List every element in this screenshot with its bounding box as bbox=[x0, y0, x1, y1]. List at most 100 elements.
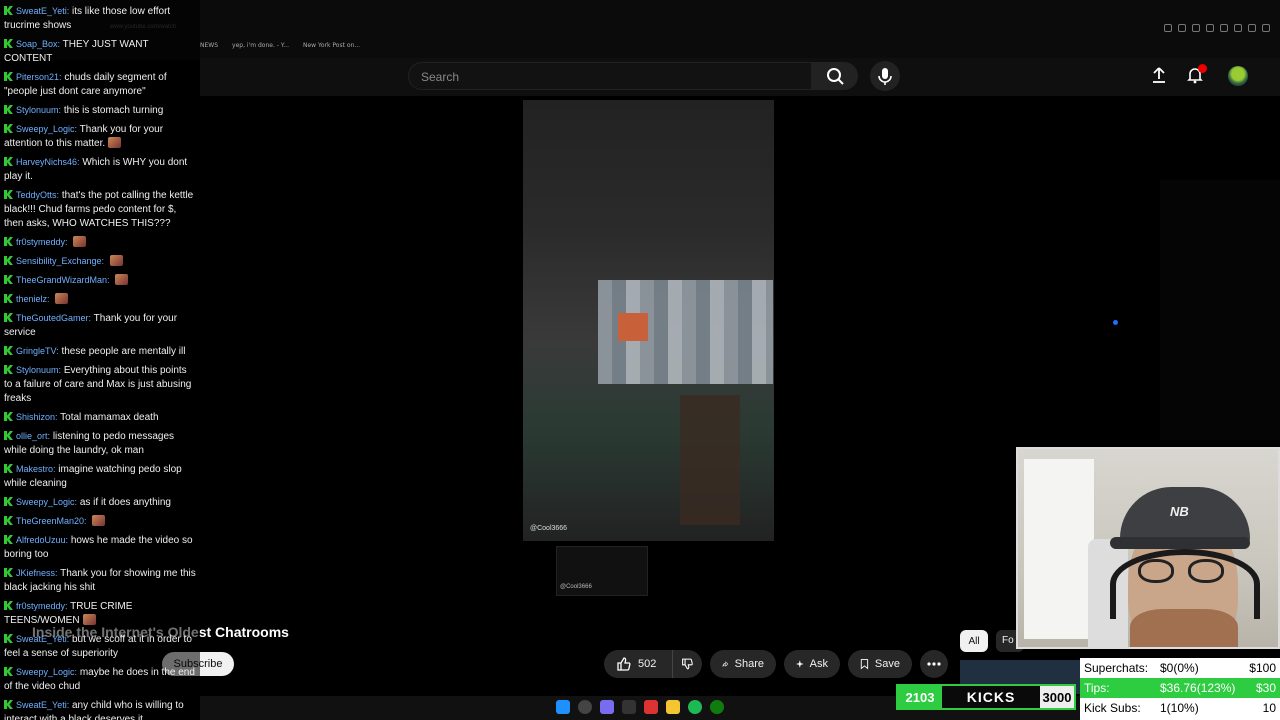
webcam-overlay: NB bbox=[1016, 447, 1280, 649]
save-label: Save bbox=[874, 658, 900, 670]
chat-username[interactable]: SweatE_Yeti: bbox=[16, 6, 69, 16]
chat-message: Sensibility_Exchange: bbox=[4, 254, 196, 269]
chat-username[interactable]: Sweepy_Logic: bbox=[16, 667, 77, 677]
chat-message: ollie_ort: listening to pedo messages wh… bbox=[4, 429, 196, 458]
chrome-icon[interactable] bbox=[644, 700, 658, 714]
cap-logo: NB bbox=[1170, 504, 1189, 519]
kick-badge-icon bbox=[4, 346, 13, 355]
search-icon bbox=[827, 68, 844, 85]
dislike-button[interactable] bbox=[672, 650, 702, 678]
chat-username[interactable]: GringleTV: bbox=[16, 346, 59, 356]
thumbnail-label: @Cool3666 bbox=[560, 584, 592, 590]
chat-username[interactable]: TeddyOtts: bbox=[16, 190, 59, 200]
chat-username[interactable]: Soap_Box: bbox=[16, 39, 60, 49]
chat-username[interactable]: SweatE_Yeti: bbox=[16, 700, 69, 710]
upload-icon[interactable] bbox=[1150, 66, 1168, 84]
pixelated-content bbox=[680, 395, 740, 525]
tips-label: Tips: bbox=[1084, 681, 1110, 695]
ask-button[interactable]: Ask bbox=[784, 650, 840, 678]
xbox-icon[interactable] bbox=[710, 700, 724, 714]
superchats-label: Superchats: bbox=[1084, 661, 1149, 675]
kick-badge-icon bbox=[4, 601, 13, 610]
extension-icon[interactable] bbox=[1262, 24, 1270, 32]
chat-username[interactable]: Piterson21: bbox=[16, 72, 62, 82]
superchats-row: Superchats: $0(0%) $100 bbox=[1080, 658, 1280, 678]
kick-subs-label: Kick Subs: bbox=[1084, 701, 1141, 715]
share-label: Share bbox=[734, 658, 764, 670]
chat-username[interactable]: Sensibility_Exchange: bbox=[16, 256, 104, 266]
extension-icons bbox=[1164, 24, 1270, 32]
chat-message: fr0stymeddy: TRUE CRIME TEENS/WOMEN bbox=[4, 599, 196, 628]
extension-icon[interactable] bbox=[1220, 24, 1228, 32]
chat-username[interactable]: fr0stymeddy: bbox=[16, 237, 68, 247]
search-icon[interactable] bbox=[578, 700, 592, 714]
chat-username[interactable]: AlfredoUzuu: bbox=[16, 535, 68, 545]
voice-search-button[interactable] bbox=[870, 61, 900, 91]
chat-message: Stylonuum: Everything about this points … bbox=[4, 363, 196, 406]
share-button[interactable]: Share bbox=[710, 650, 776, 678]
extension-icon[interactable] bbox=[1164, 24, 1172, 32]
extension-icon[interactable] bbox=[1206, 24, 1214, 32]
kick-subs-row: Kick Subs: 1(10%) 10 bbox=[1080, 698, 1280, 718]
chat-text: these people are mentally ill bbox=[61, 346, 186, 357]
extension-icon[interactable] bbox=[1178, 24, 1186, 32]
chat-username[interactable]: Makestro: bbox=[16, 464, 56, 474]
windows-start-icon[interactable] bbox=[556, 700, 570, 714]
chat-message: HarveyNichs46: Which is WHY you dont pla… bbox=[4, 155, 196, 184]
search-input[interactable]: Search bbox=[408, 62, 812, 90]
chat-username[interactable]: Sweepy_Logic: bbox=[16, 497, 77, 507]
emote-icon bbox=[108, 137, 122, 148]
avatar[interactable] bbox=[1228, 66, 1248, 86]
bookmark-item[interactable]: yep, i'm done. - Y... bbox=[232, 42, 289, 49]
bookmark-icon bbox=[860, 659, 869, 670]
emote-icon bbox=[82, 614, 96, 625]
chat-username[interactable]: fr0stymeddy: bbox=[16, 601, 68, 611]
ask-label: Ask bbox=[809, 658, 828, 670]
chat-text: this is stomach turning bbox=[63, 105, 164, 116]
chat-username[interactable]: ollie_ort: bbox=[16, 431, 50, 441]
spotify-icon[interactable] bbox=[688, 700, 702, 714]
chat-message: Makestro: imagine watching pedo slop whi… bbox=[4, 462, 196, 491]
kick-badge-icon bbox=[4, 634, 13, 643]
chat-username[interactable]: Shishizon: bbox=[16, 412, 58, 422]
like-count: 502 bbox=[638, 658, 657, 670]
chat-username[interactable]: Stylonuum: bbox=[16, 105, 61, 115]
chat-message: SweatE_Yeti: its like those low effort t… bbox=[4, 4, 196, 33]
chat-username[interactable]: HarveyNichs46: bbox=[16, 157, 80, 167]
chat-username[interactable]: SweatE_Yeti: bbox=[16, 634, 69, 644]
like-button[interactable]: 502 bbox=[604, 650, 672, 678]
chat-message: Stylonuum: this is stomach turning bbox=[4, 103, 196, 118]
kick-badge-icon bbox=[4, 464, 13, 473]
chat-message: TeddyOtts: that's the pot calling the ke… bbox=[4, 188, 196, 231]
chat-message: TheGreenMan20: bbox=[4, 514, 196, 529]
mouse-cursor bbox=[1113, 320, 1118, 325]
chat-message: JKiefness: Thank you for showing me this… bbox=[4, 566, 196, 595]
obs-icon[interactable] bbox=[622, 700, 636, 714]
chip-all[interactable]: All bbox=[960, 630, 988, 652]
chat-message: SweatE_Yeti: any child who is willing to… bbox=[4, 698, 196, 720]
extension-icon[interactable] bbox=[1248, 24, 1256, 32]
chat-username[interactable]: TheGreenMan20: bbox=[16, 516, 87, 526]
extension-icon[interactable] bbox=[1234, 24, 1242, 32]
kick-badge-icon bbox=[4, 497, 13, 506]
file-explorer-icon[interactable] bbox=[666, 700, 680, 714]
discord-icon[interactable] bbox=[600, 700, 614, 714]
chat-username[interactable]: TheeGrandWizardMan: bbox=[16, 275, 110, 285]
extension-icon[interactable] bbox=[1192, 24, 1200, 32]
bookmark-item[interactable]: New York Post on... bbox=[303, 42, 360, 49]
chat-username[interactable]: thenielz: bbox=[16, 294, 50, 304]
chat-username[interactable]: Stylonuum: bbox=[16, 365, 61, 375]
search-button[interactable] bbox=[812, 62, 858, 90]
kicks-goal-widget: 2103 KICKS 3000 bbox=[896, 684, 1076, 710]
chat-username[interactable]: TheGoutedGamer: bbox=[16, 313, 91, 323]
chat-username[interactable]: JKiefness: bbox=[16, 568, 58, 578]
chat-text: Total mamamax death bbox=[60, 412, 159, 423]
bookmark-item[interactable]: NEWS bbox=[200, 42, 218, 49]
emote-icon bbox=[92, 515, 106, 526]
chat-username[interactable]: Sweepy_Logic: bbox=[16, 124, 77, 134]
save-button[interactable]: Save bbox=[848, 650, 912, 678]
chat-message: AlfredoUzuu: hows he made the video so b… bbox=[4, 533, 196, 562]
more-actions-button[interactable] bbox=[920, 650, 948, 678]
chat-message: Sweepy_Logic: as if it does anything bbox=[4, 495, 196, 510]
share-icon bbox=[722, 661, 729, 667]
